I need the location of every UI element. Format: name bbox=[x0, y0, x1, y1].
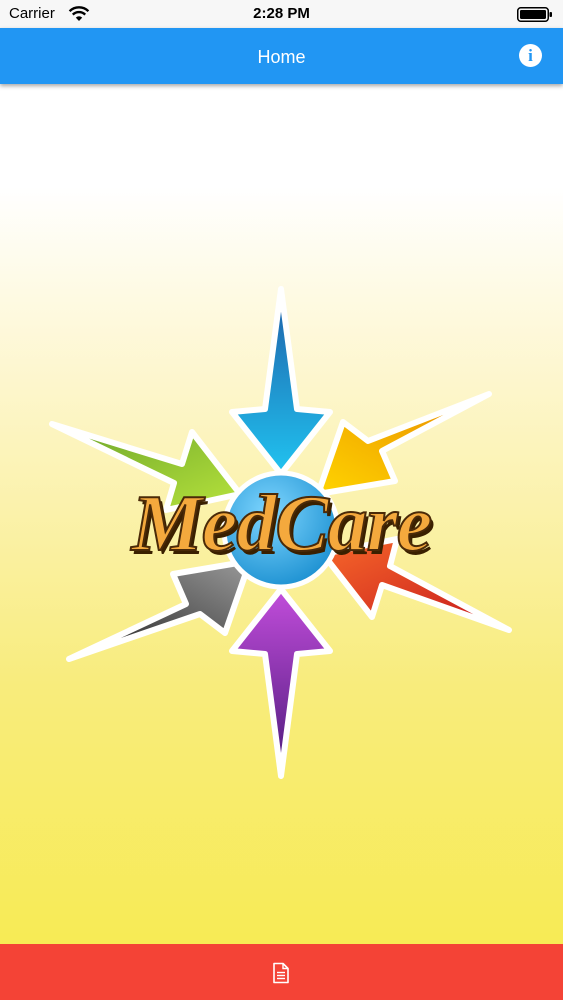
info-icon[interactable]: i bbox=[519, 44, 542, 67]
arrow-lower-left bbox=[66, 558, 253, 662]
status-bar: Carrier 2:28 PM bbox=[0, 0, 563, 28]
home-content: MedCare bbox=[0, 84, 563, 944]
clock: 2:28 PM bbox=[253, 5, 310, 22]
logo-wordmark: MedCare bbox=[131, 479, 434, 569]
battery-icon bbox=[517, 7, 552, 22]
navigation-bar: Home i bbox=[0, 28, 563, 84]
arrow-bottom bbox=[229, 586, 333, 779]
page-title: Home bbox=[257, 47, 306, 67]
arrow-top bbox=[229, 286, 333, 477]
bottom-tab-bar bbox=[0, 944, 563, 1000]
document-icon[interactable] bbox=[271, 962, 291, 984]
